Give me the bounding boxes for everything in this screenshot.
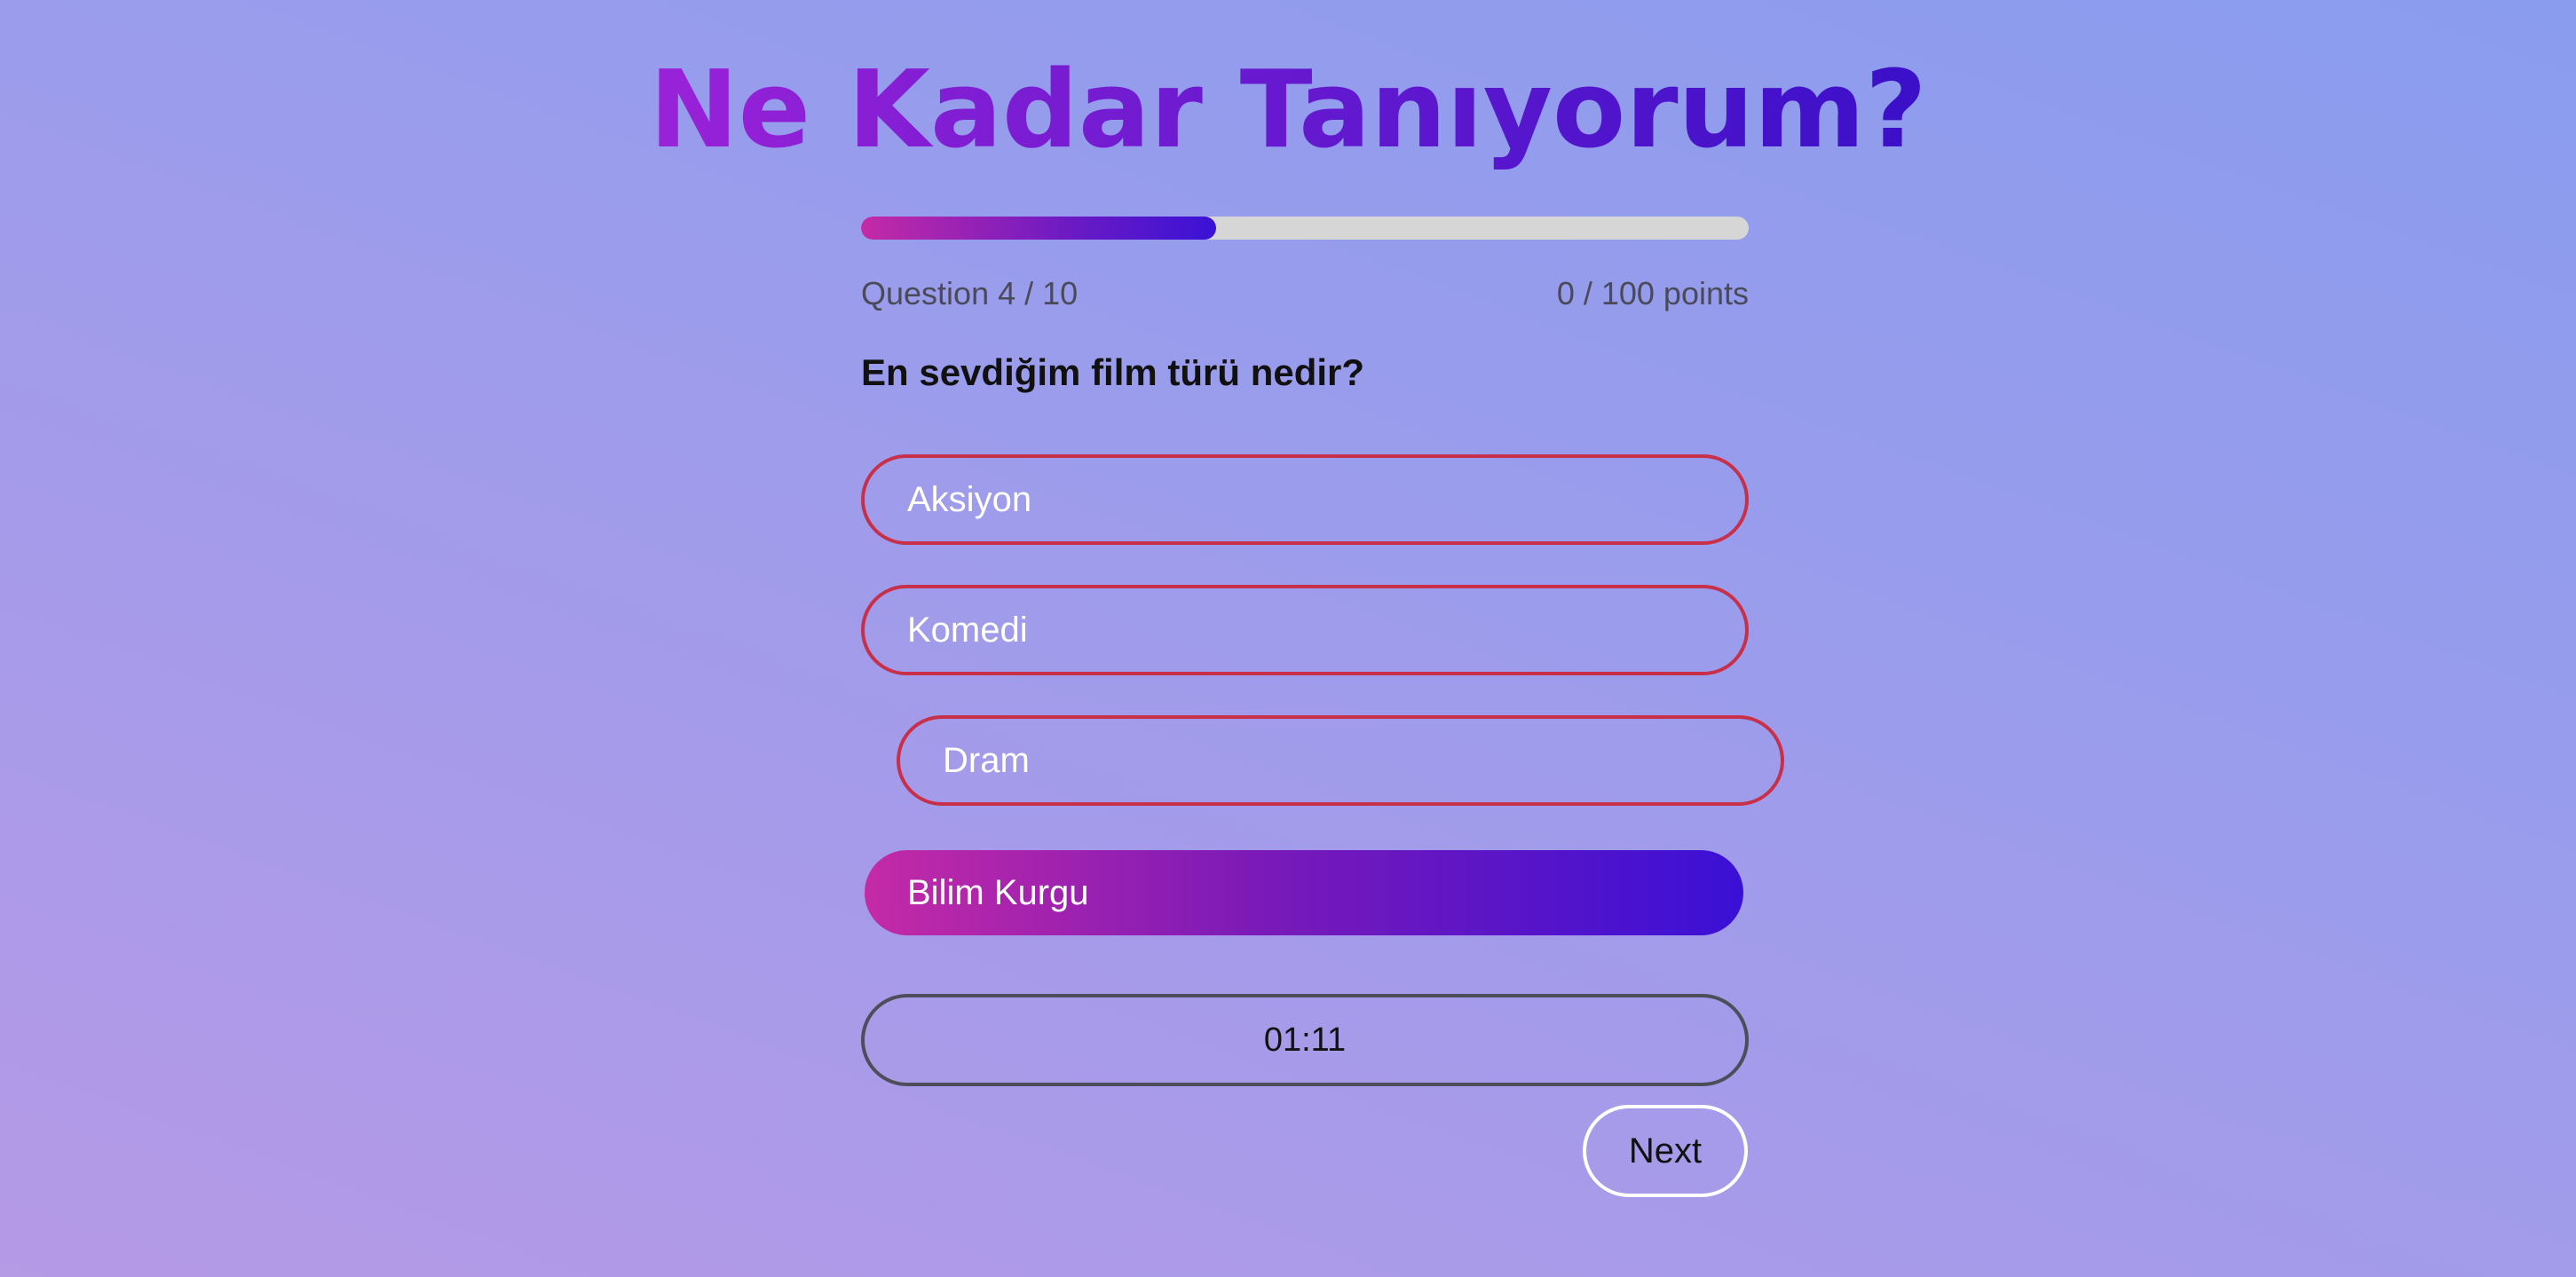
page-title: Ne Kadar Tanıyorum? <box>0 44 2576 177</box>
timer-display: 01:11 <box>861 994 1749 1086</box>
question-text: En sevdiğim film türü nedir? <box>861 351 1365 393</box>
option-label: Komedi <box>907 610 1028 650</box>
next-button[interactable]: Next <box>1583 1105 1748 1197</box>
points-counter: 0 / 100 points <box>1556 275 1749 311</box>
progress-bar-fill <box>861 217 1216 240</box>
option-label: Dram <box>943 740 1030 780</box>
option-dram[interactable]: Dram <box>897 715 1784 806</box>
option-komedi[interactable]: Komedi <box>861 585 1749 675</box>
timer-value: 01:11 <box>1263 1021 1347 1059</box>
option-label: Bilim Kurgu <box>907 872 1089 912</box>
page-title-text: Ne Kadar Tanıyorum? <box>649 49 1927 172</box>
option-label: Aksiyon <box>907 479 1032 519</box>
question-counter: Question 4 / 10 <box>861 275 1079 311</box>
option-aksiyon[interactable]: Aksiyon <box>861 454 1749 545</box>
progress-bar <box>861 217 1749 240</box>
option-bilim-kurgu[interactable]: Bilim Kurgu <box>865 850 1743 935</box>
